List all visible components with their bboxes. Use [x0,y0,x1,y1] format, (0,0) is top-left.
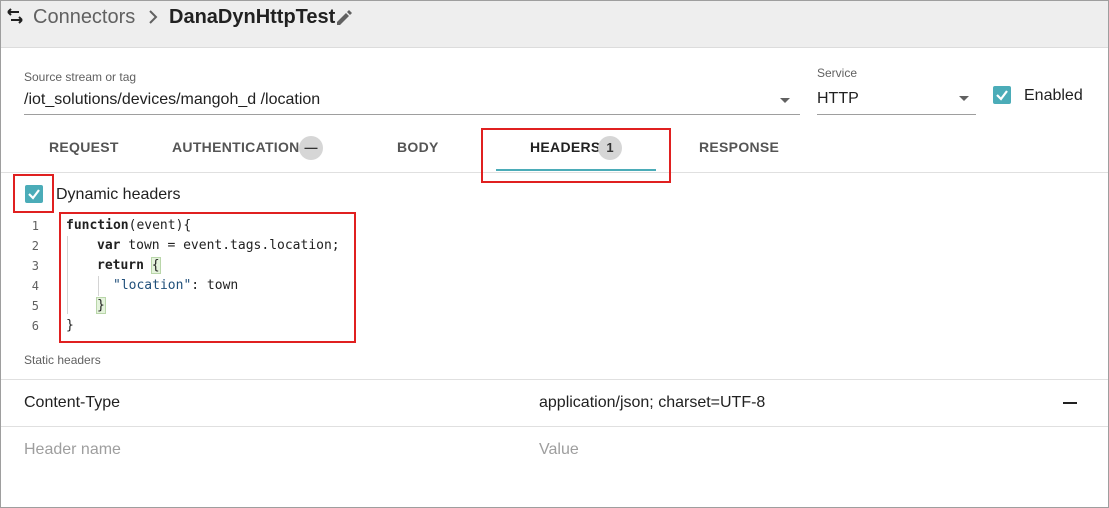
check-icon [996,90,1008,101]
highlight-box-dynamic-checkbox [13,174,54,213]
enabled-label: Enabled [1024,87,1083,104]
header-value-input[interactable]: Value [539,441,579,459]
tab-label: RESPONSE [699,139,780,155]
row-divider [1,379,1108,380]
line-number: 6 [31,319,39,333]
dynamic-headers-label: Dynamic headers [56,186,181,203]
header-name[interactable]: Content-Type [24,394,120,412]
service-underline [817,114,976,115]
enabled-checkbox[interactable] [993,86,1011,104]
tab-label: AUTHENTICATION [172,139,300,155]
line-number: 2 [31,239,39,253]
line-number: 4 [31,279,39,293]
dropdown-arrow-icon [959,96,969,101]
page-title: DanaDynHttpTest [169,6,336,28]
top-bar: Connectors DanaDynHttpTest [1,1,1108,48]
highlight-box-headers-tab [481,128,671,183]
static-headers-label: Static headers [24,353,101,367]
swap-icon [7,8,23,24]
header-value[interactable]: application/json; charset=UTF-8 [539,394,765,412]
line-number: 1 [31,219,39,233]
line-number: 5 [31,299,39,313]
service-label: Service [817,66,858,80]
source-stream-label: Source stream or tag [24,70,137,84]
tab-label: REQUEST [49,139,119,155]
tab-badge: — [299,136,323,160]
highlight-box-code [59,212,356,343]
connector-editor: Connectors DanaDynHttpTest Source stream… [0,0,1109,508]
tab-label: BODY [397,139,439,155]
source-stream-underline [24,114,800,115]
line-number: 3 [31,259,39,273]
pencil-icon[interactable] [334,8,354,28]
chevron-right-icon [149,10,158,24]
remove-icon[interactable] [1063,402,1077,404]
source-stream-value: /iot_solutions/devices/mangoh_d /locatio… [24,91,321,108]
dropdown-arrow-icon [780,98,790,103]
breadcrumb-connectors[interactable]: Connectors [33,6,135,29]
header-name-input[interactable]: Header name [24,441,121,459]
service-value: HTTP [817,90,859,107]
row-divider [1,426,1108,427]
